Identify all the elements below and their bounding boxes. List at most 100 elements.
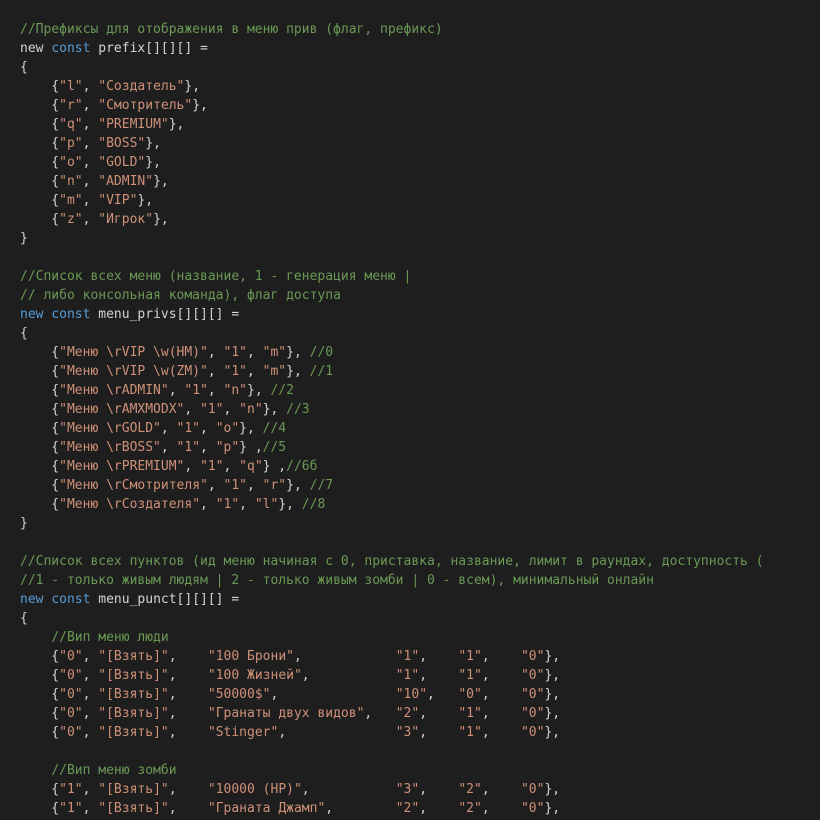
code-text: { — [20, 212, 60, 227]
code-string: "VIP" — [98, 193, 138, 208]
code-line[interactable]: {"Меню \rСоздателя", "1", "l"}, //8 — [20, 495, 820, 514]
code-text: }, — [278, 497, 302, 512]
code-line[interactable] — [20, 533, 820, 552]
code-line[interactable]: {"Меню \rBOSS", "1", "p"} ,//5 — [20, 438, 820, 457]
code-line[interactable]: {"Меню \rVIP \w(ZM)", "1", "m"}, //1 — [20, 362, 820, 381]
code-string: "1" — [223, 364, 247, 379]
code-line[interactable]: } — [20, 514, 820, 533]
code-line[interactable]: } — [20, 229, 820, 248]
code-line[interactable]: // либо консольная команда), флаг доступ… — [20, 286, 820, 305]
code-line[interactable]: //Список всех пунктов (ид меню начиная с… — [20, 552, 820, 571]
code-string: "Игрок" — [98, 212, 154, 227]
code-text: }, — [192, 98, 208, 113]
code-line[interactable]: {"0", "[Взять]", "100 Брони", "1", "1", … — [20, 647, 820, 666]
code-line[interactable]: {"m", "VIP"}, — [20, 191, 820, 210]
code-line[interactable]: {"q", "PREMIUM"}, — [20, 115, 820, 134]
code-line[interactable]: new const menu_punct[][][] = — [20, 590, 820, 609]
code-string: "[Взять]" — [98, 782, 169, 797]
code-string: "m" — [59, 193, 83, 208]
code-string: "0" — [59, 706, 83, 721]
code-string: "1" — [176, 440, 201, 455]
code-line[interactable]: {"l", "Создатель"}, — [20, 77, 820, 96]
code-comment: //7 — [309, 478, 334, 493]
code-line[interactable]: {"0", "[Взять]", "Гранаты двух видов", "… — [20, 704, 820, 723]
code-line[interactable]: { — [20, 609, 820, 628]
code-string: "0" — [520, 782, 545, 797]
code-text: { — [20, 725, 60, 740]
code-line[interactable]: {"Меню \rADMIN", "1", "n"}, //2 — [20, 381, 820, 400]
code-line[interactable]: {"n", "ADMIN"}, — [20, 172, 820, 191]
code-line[interactable] — [20, 742, 820, 761]
code-line[interactable]: //Префиксы для отображения в меню прив (… — [20, 20, 820, 39]
code-line[interactable]: {"0", "[Взять]", "Stinger", "3", "1", "0… — [20, 723, 820, 742]
code-text: , — [301, 668, 396, 683]
code-string: "q" — [59, 117, 83, 132]
code-text: , — [82, 212, 99, 227]
code-line[interactable]: //Вип меню зомби — [20, 761, 820, 780]
code-comment: //Список всех пунктов (ид меню начиная с… — [20, 554, 764, 569]
code-line[interactable]: {"1", "[Взять]", "10000 (HP)", "3", "2",… — [20, 780, 820, 799]
code-text: , — [168, 649, 208, 664]
code-text: , — [82, 687, 99, 702]
code-text: , — [82, 174, 99, 189]
code-text: { — [20, 478, 60, 493]
code-text: { — [20, 383, 60, 398]
code-text: } — [20, 231, 28, 246]
code-line[interactable]: //Вип меню люди — [20, 628, 820, 647]
code-text: { — [20, 136, 60, 151]
code-text: }, — [286, 364, 310, 379]
code-string: "0" — [458, 687, 482, 702]
code-line[interactable]: { — [20, 58, 820, 77]
code-line[interactable]: {"z", "Игрок"}, — [20, 210, 820, 229]
code-string: "3" — [395, 782, 420, 797]
code-string: "1" — [458, 706, 482, 721]
code-string: "0" — [59, 687, 83, 702]
code-string: "0" — [59, 725, 83, 740]
code-text: }, — [239, 421, 263, 436]
code-text: , — [184, 459, 201, 474]
code-text: , — [223, 402, 240, 417]
code-line[interactable]: {"1", "[Взять]", "Граната Джамп", "2", "… — [20, 799, 820, 818]
code-line[interactable]: new const menu_privs[][][] = — [20, 305, 820, 324]
code-line[interactable]: { — [20, 324, 820, 343]
code-text: , — [168, 383, 185, 398]
code-line[interactable]: {"r", "Смотритель"}, — [20, 96, 820, 115]
code-text: { — [20, 98, 60, 113]
code-text: , — [168, 706, 208, 721]
code-line[interactable]: {"0", "[Взять]", "100 Жизней", "1", "1",… — [20, 666, 820, 685]
code-line[interactable]: {"o", "GOLD"}, — [20, 153, 820, 172]
code-text: , — [207, 345, 224, 360]
code-line[interactable]: {"Меню \rVIP \w(HM)", "1", "m"}, //0 — [20, 343, 820, 362]
code-line[interactable]: {"p", "BOSS"}, — [20, 134, 820, 153]
code-text: }, — [184, 79, 201, 94]
code-text: , — [293, 649, 396, 664]
code-line[interactable]: new const prefix[][][] = — [20, 39, 820, 58]
code-text: { — [20, 706, 60, 721]
code-text: }, — [544, 668, 561, 683]
code-line[interactable] — [20, 248, 820, 267]
code-text: { — [20, 649, 60, 664]
code-string: "1" — [59, 801, 83, 816]
code-editor[interactable]: //Префиксы для отображения в меню прив (… — [0, 0, 820, 820]
code-comment: //2 — [270, 383, 294, 398]
code-keyword: const — [51, 592, 91, 607]
code-line[interactable]: //Список всех меню (название, 1 - генера… — [20, 267, 820, 286]
code-line[interactable]: {"0", "[Взять]", "50000$", "10", "0", "0… — [20, 685, 820, 704]
code-line[interactable]: {"Меню \rPREMIUM", "1", "q"} ,//6б — [20, 457, 820, 476]
code-text: { — [20, 79, 60, 94]
code-text: new — [20, 41, 52, 56]
code-comment: //5 — [262, 440, 287, 455]
code-keyword: const — [51, 307, 91, 322]
code-string: "[Взять]" — [98, 706, 169, 721]
code-line[interactable]: {"Меню \rAMXMODX", "1", "n"}, //3 — [20, 400, 820, 419]
code-line[interactable]: {"Меню \rGOLD", "1", "o"}, //4 — [20, 419, 820, 438]
code-line[interactable]: //1 - только живым людям | 2 - только жи… — [20, 571, 820, 590]
code-text: , — [247, 478, 263, 493]
code-text: prefix[][][] = — [90, 41, 208, 56]
code-string: "p" — [215, 440, 240, 455]
code-string: "BOSS" — [98, 136, 146, 151]
code-line[interactable]: {"Меню \rСмотрителя", "1", "r"}, //7 — [20, 476, 820, 495]
code-text: , — [82, 155, 99, 170]
code-string: "l" — [254, 497, 279, 512]
code-string: "q" — [239, 459, 263, 474]
